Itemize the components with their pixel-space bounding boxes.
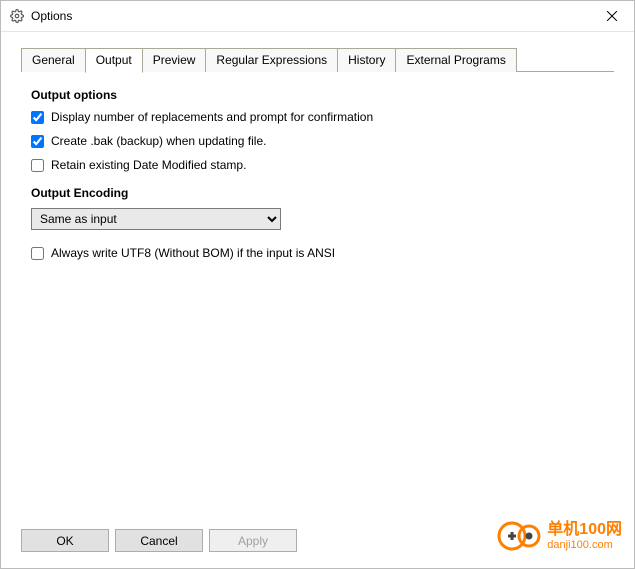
watermark-cn: 单机100网	[547, 521, 622, 539]
cancel-button[interactable]: Cancel	[115, 529, 203, 552]
dialog-footer: OK Cancel Apply	[21, 529, 297, 552]
checkbox-retain-date[interactable]	[31, 159, 44, 172]
label-display-replacements[interactable]: Display number of replacements and promp…	[51, 110, 373, 124]
ok-button[interactable]: OK	[21, 529, 109, 552]
checkbox-utf8-nobom[interactable]	[31, 247, 44, 260]
label-create-bak[interactable]: Create .bak (backup) when updating file.	[51, 134, 266, 148]
watermark-url: danji100.com	[547, 539, 622, 551]
tab-external[interactable]: External Programs	[395, 48, 516, 72]
tab-content-output: Output options Display number of replace…	[1, 72, 634, 260]
section-output-encoding: Output Encoding	[31, 186, 604, 200]
tab-output[interactable]: Output	[85, 48, 143, 73]
titlebar: Options	[1, 1, 634, 32]
close-button[interactable]	[589, 1, 634, 31]
tab-regex[interactable]: Regular Expressions	[205, 48, 338, 72]
checkbox-display-replacements[interactable]	[31, 111, 44, 124]
tab-general[interactable]: General	[21, 48, 86, 72]
checkbox-create-bak[interactable]	[31, 135, 44, 148]
gear-icon	[9, 8, 25, 24]
tab-history[interactable]: History	[337, 48, 396, 72]
label-utf8-nobom[interactable]: Always write UTF8 (Without BOM) if the i…	[51, 246, 335, 260]
label-retain-date[interactable]: Retain existing Date Modified stamp.	[51, 158, 246, 172]
watermark-text: 单机100网 danji100.com	[547, 521, 622, 551]
tab-preview[interactable]: Preview	[142, 48, 207, 72]
watermark-logo-icon	[497, 514, 541, 558]
encoding-select[interactable]: Same as input	[31, 208, 281, 230]
window-title: Options	[31, 9, 589, 23]
section-output-options: Output options	[31, 88, 604, 102]
apply-button[interactable]: Apply	[209, 529, 297, 552]
watermark: 单机100网 danji100.com	[497, 514, 622, 558]
tabstrip: General Output Preview Regular Expressio…	[1, 32, 634, 72]
